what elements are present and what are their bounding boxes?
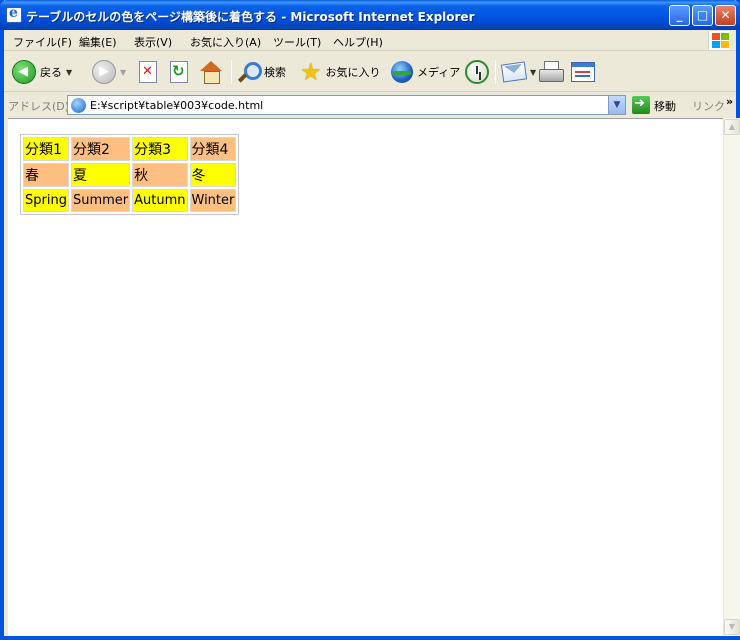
table-cell: 分類3 bbox=[132, 137, 188, 161]
star-icon: ★ bbox=[300, 58, 322, 86]
print-button[interactable] bbox=[539, 58, 564, 86]
window-title: テーブルのセルの色をページ構築後に着色する - Microsoft Intern… bbox=[26, 10, 475, 24]
toolbar-separator bbox=[495, 60, 496, 84]
ie-page-icon bbox=[6, 5, 22, 23]
refresh-button[interactable] bbox=[170, 58, 188, 86]
back-dropdown-icon[interactable]: ▼ bbox=[66, 68, 72, 77]
links-label[interactable]: リンク bbox=[692, 98, 725, 114]
address-bar: アドレス(D) E:¥script¥table¥003¥code.html ▼ … bbox=[4, 93, 736, 116]
printer-icon bbox=[539, 61, 564, 83]
menu-tools[interactable]: ツール(T) bbox=[273, 34, 321, 50]
forward-dropdown-icon[interactable]: ▼ bbox=[120, 68, 126, 77]
stop-icon bbox=[139, 61, 157, 83]
title-bar[interactable]: テーブルのセルの色をページ構築後に着色する - Microsoft Intern… bbox=[0, 0, 740, 30]
favorites-label: お気に入り bbox=[325, 66, 381, 79]
color-table: 分類1 分類2 分類3 分類4 春夏秋冬 Spring Summer Autumn Winter bbox=[20, 134, 240, 215]
scroll-up-icon[interactable]: ▲ bbox=[724, 119, 740, 135]
media-label: メディア bbox=[417, 66, 461, 79]
address-label: アドレス(D) bbox=[8, 100, 70, 113]
minimize-button[interactable]: _ bbox=[669, 5, 690, 26]
go-arrow-icon[interactable] bbox=[632, 96, 650, 114]
history-clock-icon bbox=[465, 60, 489, 84]
maximize-button[interactable]: □ bbox=[692, 5, 713, 26]
menu-help[interactable]: ヘルプ(H) bbox=[333, 34, 383, 50]
table-row: 春夏秋冬 bbox=[23, 163, 237, 187]
menu-bar: ファイル(F) 編集(E) 表示(V) お気に入り(A) ツール(T) ヘルプ(… bbox=[4, 30, 736, 51]
address-input[interactable]: E:¥script¥table¥003¥code.html ▼ bbox=[67, 95, 626, 115]
favorites-button[interactable]: ★ お気に入り bbox=[300, 58, 381, 86]
toolbar-separator bbox=[231, 60, 232, 84]
search-icon bbox=[238, 61, 262, 83]
home-button[interactable] bbox=[199, 58, 223, 86]
refresh-icon bbox=[170, 61, 188, 83]
table-cell: 秋 bbox=[132, 163, 188, 187]
search-button[interactable]: 検索 bbox=[238, 58, 286, 86]
menu-view[interactable]: 表示(V) bbox=[134, 34, 172, 50]
table-cell: Summer bbox=[70, 189, 131, 212]
table-cell: 冬 bbox=[189, 163, 237, 187]
table-cell: 春 bbox=[23, 163, 69, 187]
table-cell: Winter bbox=[189, 189, 237, 212]
table-cell: Spring bbox=[23, 189, 69, 212]
edit-button[interactable] bbox=[571, 58, 595, 86]
mail-button[interactable]: ▼ bbox=[500, 58, 536, 86]
page-content: 分類1 分類2 分類3 分類4 春夏秋冬 Spring Summer Autumn Winter bbox=[8, 118, 723, 636]
search-label: 検索 bbox=[264, 66, 286, 79]
table-cell: Autumn bbox=[132, 189, 188, 212]
mail-icon bbox=[500, 61, 528, 83]
back-arrow-icon bbox=[12, 60, 36, 84]
mail-dropdown-icon[interactable]: ▼ bbox=[530, 68, 536, 77]
home-icon bbox=[199, 61, 223, 84]
go-button[interactable]: 移動 bbox=[654, 98, 676, 114]
edit-page-icon bbox=[571, 62, 595, 82]
table-row: 分類1 分類2 分類3 分類4 bbox=[23, 137, 237, 161]
address-value: E:¥script¥table¥003¥code.html bbox=[90, 99, 264, 112]
media-globe-icon bbox=[391, 61, 413, 83]
browser-window: テーブルのセルの色をページ構築後に着色する - Microsoft Intern… bbox=[0, 0, 740, 640]
table-row: Spring Summer Autumn Winter bbox=[23, 189, 237, 212]
back-label: 戻る bbox=[40, 66, 62, 79]
table-cell: 分類4 bbox=[189, 137, 237, 161]
menu-file[interactable]: ファイル(F) bbox=[13, 34, 72, 50]
back-button[interactable]: 戻る ▼ bbox=[12, 58, 72, 86]
address-dropdown-icon[interactable]: ▼ bbox=[608, 96, 625, 114]
close-button[interactable]: ✕ bbox=[715, 5, 736, 26]
standard-toolbar: 戻る ▼ ▼ 検索 ★ お気に入り メディア bbox=[4, 52, 736, 92]
menu-edit[interactable]: 編集(E) bbox=[79, 34, 117, 50]
history-button[interactable] bbox=[465, 58, 489, 86]
table-cell: 夏 bbox=[70, 163, 131, 187]
forward-button[interactable]: ▼ bbox=[92, 58, 126, 86]
windows-logo-icon bbox=[708, 31, 730, 50]
scroll-down-icon[interactable]: ▼ bbox=[724, 619, 740, 635]
media-button[interactable]: メディア bbox=[391, 58, 460, 86]
menu-favorites[interactable]: お気に入り(A) bbox=[190, 34, 261, 50]
table-cell: 分類1 bbox=[23, 137, 69, 161]
table-cell: 分類2 bbox=[70, 137, 131, 161]
stop-button[interactable] bbox=[139, 58, 157, 86]
links-chevron-icon[interactable]: » bbox=[726, 95, 733, 108]
vertical-scrollbar[interactable]: ▲ ▼ bbox=[723, 118, 740, 636]
page-globe-icon bbox=[71, 98, 86, 113]
forward-arrow-icon bbox=[92, 60, 116, 84]
